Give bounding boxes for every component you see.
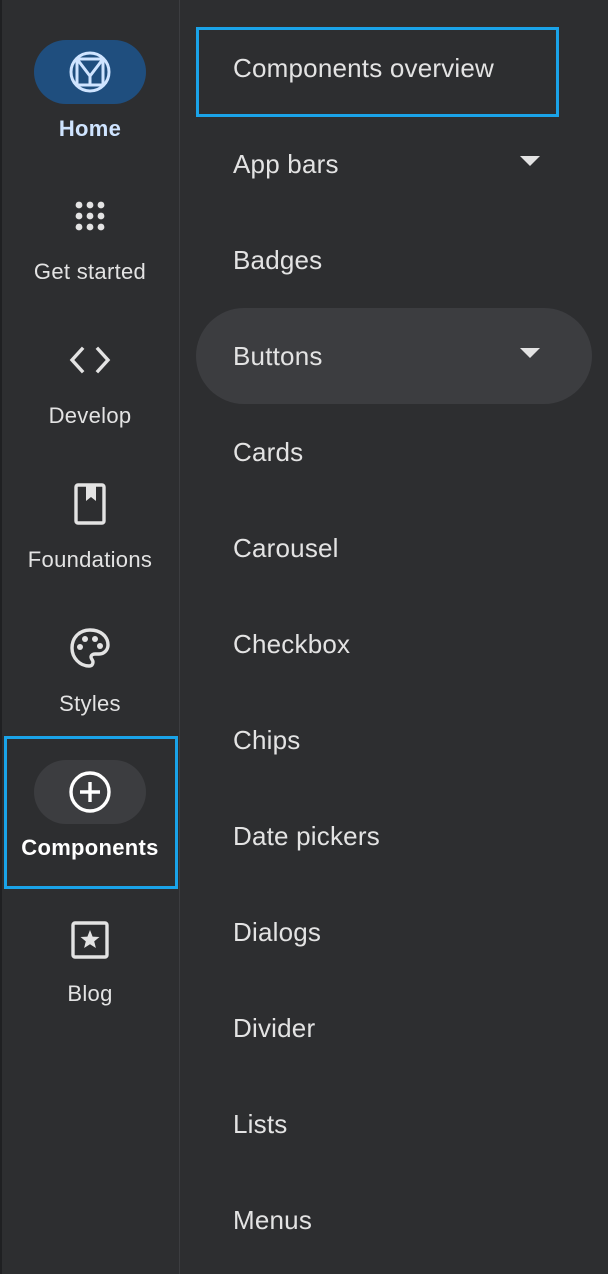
drawer-item-chips[interactable]: Chips [196,692,592,788]
drawer-item-divider[interactable]: Divider [196,980,592,1076]
drawer-item-buttons[interactable]: Buttons [196,308,592,404]
chevron-down-icon[interactable] [520,156,540,166]
rail-item-styles[interactable]: Styles [4,616,176,764]
rail-item-foundations[interactable]: Foundations [4,472,176,620]
rail-item-label: Blog [67,981,113,1006]
rail-item-label: Home [58,116,122,141]
rail-item-label: Styles [59,691,121,716]
drawer-item-dialogs[interactable]: Dialogs [196,884,592,980]
drawer-item-label: Buttons [233,340,323,371]
drawer-item-app-bars[interactable]: App bars [196,116,592,212]
drawer-item-label: Badges [233,244,323,275]
add-circle-icon [66,768,114,816]
rail-item-components[interactable]: Components [4,760,176,908]
rail-item-home[interactable]: Home [4,40,176,188]
drawer-item-label: Menus [233,1204,313,1235]
drawer-item-carousel[interactable]: Carousel [196,500,592,596]
code-icon [66,336,114,384]
drawer-item-checkbox[interactable]: Checkbox [196,596,592,692]
chevron-down-icon[interactable] [520,348,540,358]
app-root: Home Get started Develop Foundations Sty… [0,0,608,1274]
rail-item-get-started[interactable]: Get started [4,184,176,332]
navigation-drawer: Components overview App bars Badges Butt… [180,0,608,1274]
apps-grid-icon [66,192,114,240]
rail-item-blog[interactable]: Blog [4,904,176,1052]
drawer-item-lists[interactable]: Lists [196,1076,592,1172]
drawer-item-label: Lists [233,1108,288,1139]
drawer-item-label: Checkbox [233,628,351,659]
rail-item-develop[interactable]: Develop [4,328,176,476]
drawer-item-badges[interactable]: Badges [196,212,592,308]
drawer-item-label: Chips [233,724,301,755]
rail-edge [0,0,2,1274]
drawer-item-menus[interactable]: Menus [196,1172,592,1268]
drawer-item-cards[interactable]: Cards [196,404,592,500]
palette-icon [66,624,114,672]
drawer-item-label: Date pickers [233,820,380,851]
rail-item-label: Components [21,835,159,860]
rail-item-label: Foundations [27,547,153,572]
drawer-item-components-overview[interactable]: Components overview [196,20,592,116]
drawer-item-label: App bars [233,148,339,179]
drawer-item-label: Cards [233,436,304,467]
drawer-item-label: Dialogs [233,916,322,947]
drawer-item-label: Divider [233,1012,316,1043]
star-box-icon [66,916,114,964]
material-logo-icon [66,48,114,96]
drawer-item-date-pickers[interactable]: Date pickers [196,788,592,884]
drawer-item-label: Components overview [233,52,495,83]
drawer-item-label: Carousel [233,532,339,563]
rail-item-label: Get started [33,259,147,284]
navigation-rail: Home Get started Develop Foundations Sty… [0,0,180,1274]
rail-item-label: Develop [48,403,132,428]
bookmark-book-icon [66,480,114,528]
